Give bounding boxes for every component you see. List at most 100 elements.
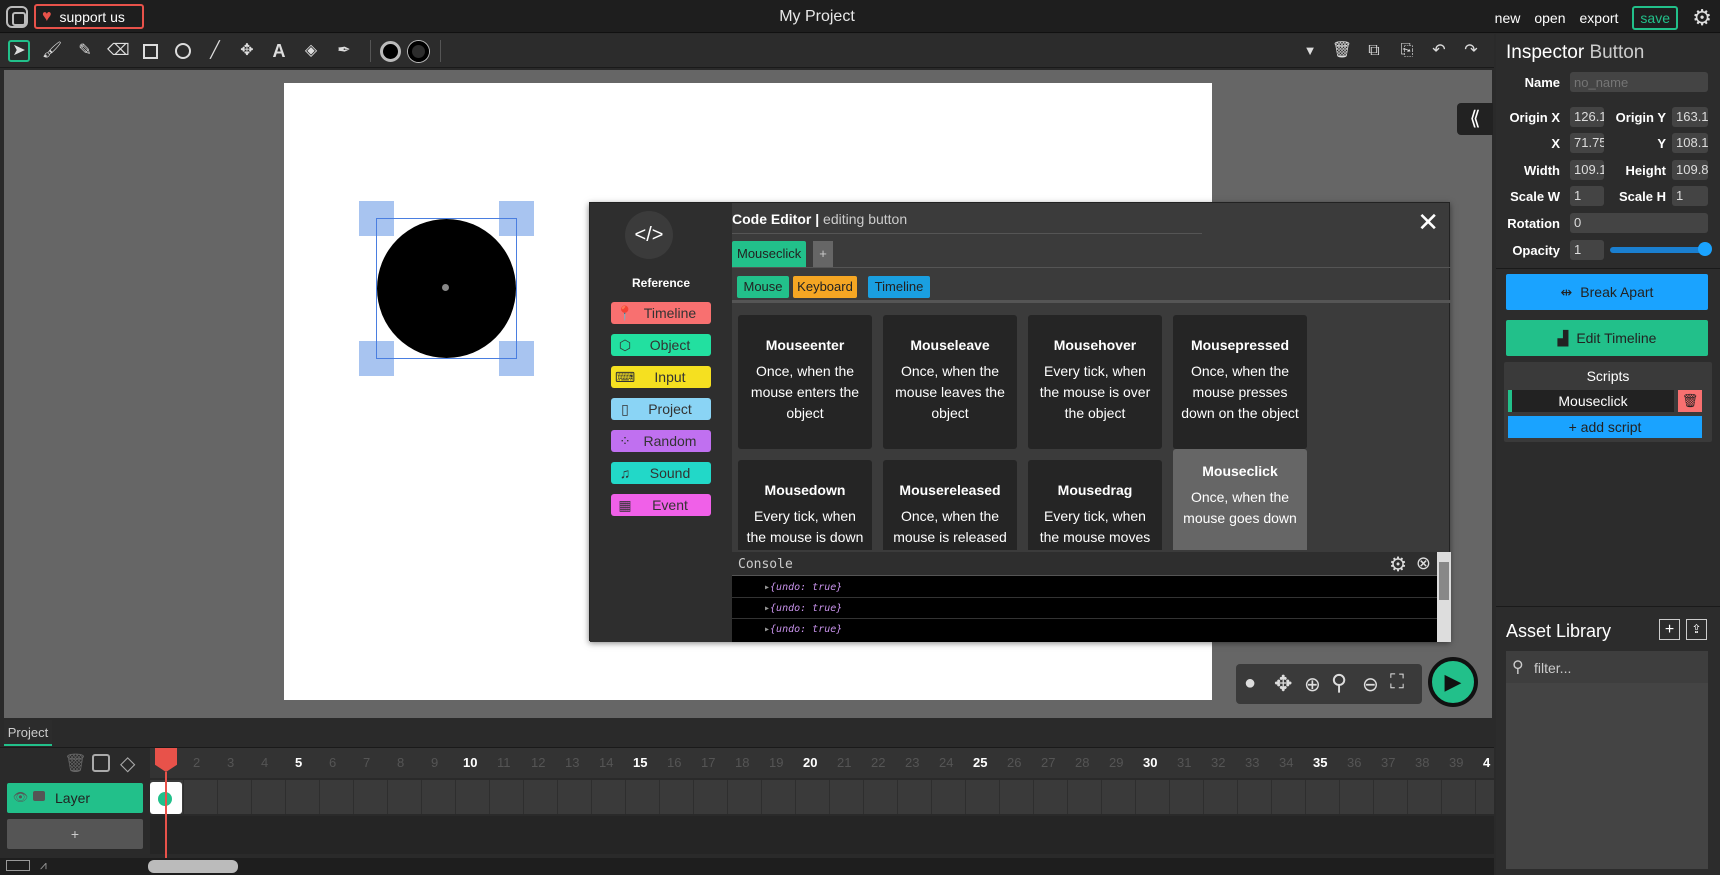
ellipse-icon[interactable] <box>172 40 194 62</box>
width-field[interactable]: 109.1 <box>1570 160 1604 180</box>
y-field[interactable]: 108.1 <box>1672 133 1708 153</box>
event-card-mouseleave[interactable]: Mouseleave Once, when the mouse leaves th… <box>883 315 1017 449</box>
event-card-mouseenter[interactable]: Mouseenter Once, when the mouse enters th… <box>738 315 872 449</box>
height-field[interactable]: 109.8 <box>1672 160 1708 180</box>
rotation-field[interactable]: 0 <box>1570 213 1708 233</box>
onion-skin-icon[interactable]: ● <box>1244 672 1256 695</box>
delete-layer-trash-icon[interactable]: 🗑 <box>64 753 87 774</box>
event-card-mousepressed[interactable]: Mousepressed Once, when the mouse presses… <box>1173 315 1307 449</box>
upload-asset-icon[interactable]: ⇪ <box>1686 619 1707 640</box>
rectangle-icon[interactable] <box>139 40 161 62</box>
reference-input[interactable]: ⌨ Input <box>611 366 711 388</box>
export-button[interactable]: export <box>1580 10 1619 26</box>
filter-input[interactable]: filter... <box>1534 660 1571 676</box>
break-apart-button[interactable]: ⇹ Break Apart <box>1506 274 1708 310</box>
origin-y-field[interactable]: 163.1 <box>1672 107 1708 127</box>
reference-random[interactable]: ⁘ Random <box>611 430 711 452</box>
zoom-out-icon[interactable]: ⊖ <box>1362 672 1379 697</box>
frame-ruler[interactable]: 2 3 4 5 6 7 8 9 10 11 12 13 14 15 16 17 … <box>150 748 1494 778</box>
layer-name[interactable]: Layer <box>55 790 90 806</box>
script-tab-mouseclick[interactable]: Mouseclick <box>732 241 807 267</box>
fill-color-swatch[interactable] <box>380 41 401 62</box>
reference-timeline[interactable]: 📍 Timeline <box>611 302 711 324</box>
category-tab-timeline[interactable]: Timeline <box>868 276 930 298</box>
scale-h-field[interactable]: 1 <box>1672 186 1708 206</box>
undo-icon[interactable]: ↶ <box>1428 40 1450 62</box>
add-frame-icon[interactable] <box>92 754 110 772</box>
cursor-icon[interactable]: ➤ <box>8 40 30 62</box>
add-tab-button[interactable]: + <box>813 241 833 267</box>
pan-icon[interactable]: ✥ <box>1274 671 1292 697</box>
add-layer-button[interactable]: + <box>7 819 143 849</box>
frame-track-layer[interactable] <box>150 780 1494 814</box>
console-settings-icon[interactable]: ⚙ <box>1389 552 1407 577</box>
origin-point[interactable] <box>442 284 449 291</box>
filter-box[interactable]: ⚲ filter... <box>1506 651 1708 683</box>
open-button[interactable]: open <box>1534 10 1565 26</box>
opacity-slider[interactable] <box>1610 247 1706 253</box>
add-script-button[interactable]: + add script <box>1508 416 1702 438</box>
layer-row[interactable]: 👁 Layer <box>7 783 143 813</box>
brush-icon[interactable]: 🖌 <box>41 40 63 62</box>
play-button[interactable]: ▶ <box>1428 657 1478 707</box>
edit-timeline-button[interactable]: ▟ Edit Timeline <box>1506 320 1708 356</box>
copy-icon[interactable]: ⧉ <box>1363 40 1385 62</box>
x-label: X <box>1551 136 1560 151</box>
project-title[interactable]: My Project <box>0 8 1634 26</box>
eyedropper-icon[interactable]: ✒ <box>333 40 355 62</box>
opacity-field[interactable]: 1 <box>1570 240 1604 260</box>
frame-size-icon[interactable] <box>6 860 30 871</box>
reference-object[interactable]: ⬡ Object <box>611 334 711 356</box>
eye-icon[interactable]: 👁 <box>13 790 28 804</box>
eraser-icon[interactable]: ⌫ <box>107 40 130 62</box>
new-button[interactable]: new <box>1495 10 1521 26</box>
paste-icon[interactable]: ⎘ <box>1396 40 1418 62</box>
event-card-mousehover[interactable]: Mousehover Every tick, when the mouse is … <box>1028 315 1162 449</box>
delete-script-trash-icon[interactable]: 🗑 <box>1678 390 1702 412</box>
zoom-icon[interactable]: ⚲ <box>1331 670 1347 696</box>
text-icon[interactable]: A <box>268 40 290 62</box>
category-tab-keyboard[interactable]: Keyboard <box>793 276 857 298</box>
lock-icon[interactable] <box>33 791 45 801</box>
add-asset-plus-icon[interactable]: + <box>1659 619 1680 640</box>
x-field[interactable]: 71.75 <box>1570 133 1604 153</box>
redo-icon[interactable]: ↷ <box>1460 40 1482 62</box>
pathcursor-icon[interactable]: ✥ <box>236 40 258 62</box>
timeline-tab-project[interactable]: Project <box>4 720 52 746</box>
fill-bucket-icon[interactable]: ◈ <box>300 40 322 62</box>
category-tab-mouse[interactable]: Mouse <box>737 276 789 298</box>
origin-x-field[interactable]: 126.1 <box>1570 107 1604 127</box>
console-scrollbar[interactable] <box>1437 552 1451 642</box>
trash-icon[interactable]: 🗑 <box>1331 40 1353 62</box>
console-header: Console ⚙ ⊗ <box>732 552 1437 576</box>
reference-sound[interactable]: ♫ Sound <box>611 462 711 484</box>
timeline-horizontal-scrollbar[interactable] <box>148 860 238 873</box>
scale-h-label: Scale H <box>1619 189 1666 204</box>
event-card-mousedown[interactable]: Mousedown Every tick, when the mouse is d… <box>738 460 872 550</box>
console-scrollbar-thumb[interactable] <box>1439 562 1449 600</box>
settings-gear-icon[interactable]: ⚙ <box>1692 5 1712 31</box>
console-close-icon[interactable]: ⊗ <box>1416 553 1431 574</box>
fit-screen-icon[interactable]: ⛶ <box>1390 671 1404 694</box>
stroke-color-swatch[interactable] <box>408 41 429 62</box>
chevron-down-icon[interactable]: ▼ <box>1299 40 1321 62</box>
line-icon[interactable]: ╱ <box>204 40 226 62</box>
keyframe-diamond-icon[interactable]: ◇ <box>120 751 135 776</box>
event-card-mousereleased[interactable]: Mousereleased Once, when the mouse is rel… <box>883 460 1017 550</box>
reference-event[interactable]: ▦ Event <box>611 494 711 516</box>
script-item-mouseclick[interactable]: Mouseclick <box>1508 390 1674 412</box>
event-card-mousedrag[interactable]: Mousedrag Every tick, when the mouse move… <box>1028 460 1162 550</box>
close-icon[interactable]: ✕ <box>1417 207 1439 238</box>
event-card-mouseclick[interactable]: Mouseclick Once, when the mouse goes down <box>1173 449 1307 550</box>
y-label: Y <box>1657 136 1666 151</box>
save-button[interactable]: save <box>1632 6 1678 30</box>
audio-waveform-icon[interactable]: ⩘ <box>40 858 47 873</box>
opacity-slider-knob[interactable] <box>1698 242 1712 256</box>
zoom-in-icon[interactable]: ⊕ <box>1304 672 1321 697</box>
scale-w-field[interactable]: 1 <box>1570 186 1604 206</box>
scripts-title: Scripts <box>1586 368 1630 384</box>
collapse-panel-icon[interactable]: ⟪ <box>1457 103 1493 135</box>
name-field[interactable] <box>1570 72 1708 92</box>
pencil-icon[interactable]: ✎ <box>74 40 96 62</box>
reference-project[interactable]: ▯ Project <box>611 398 711 420</box>
